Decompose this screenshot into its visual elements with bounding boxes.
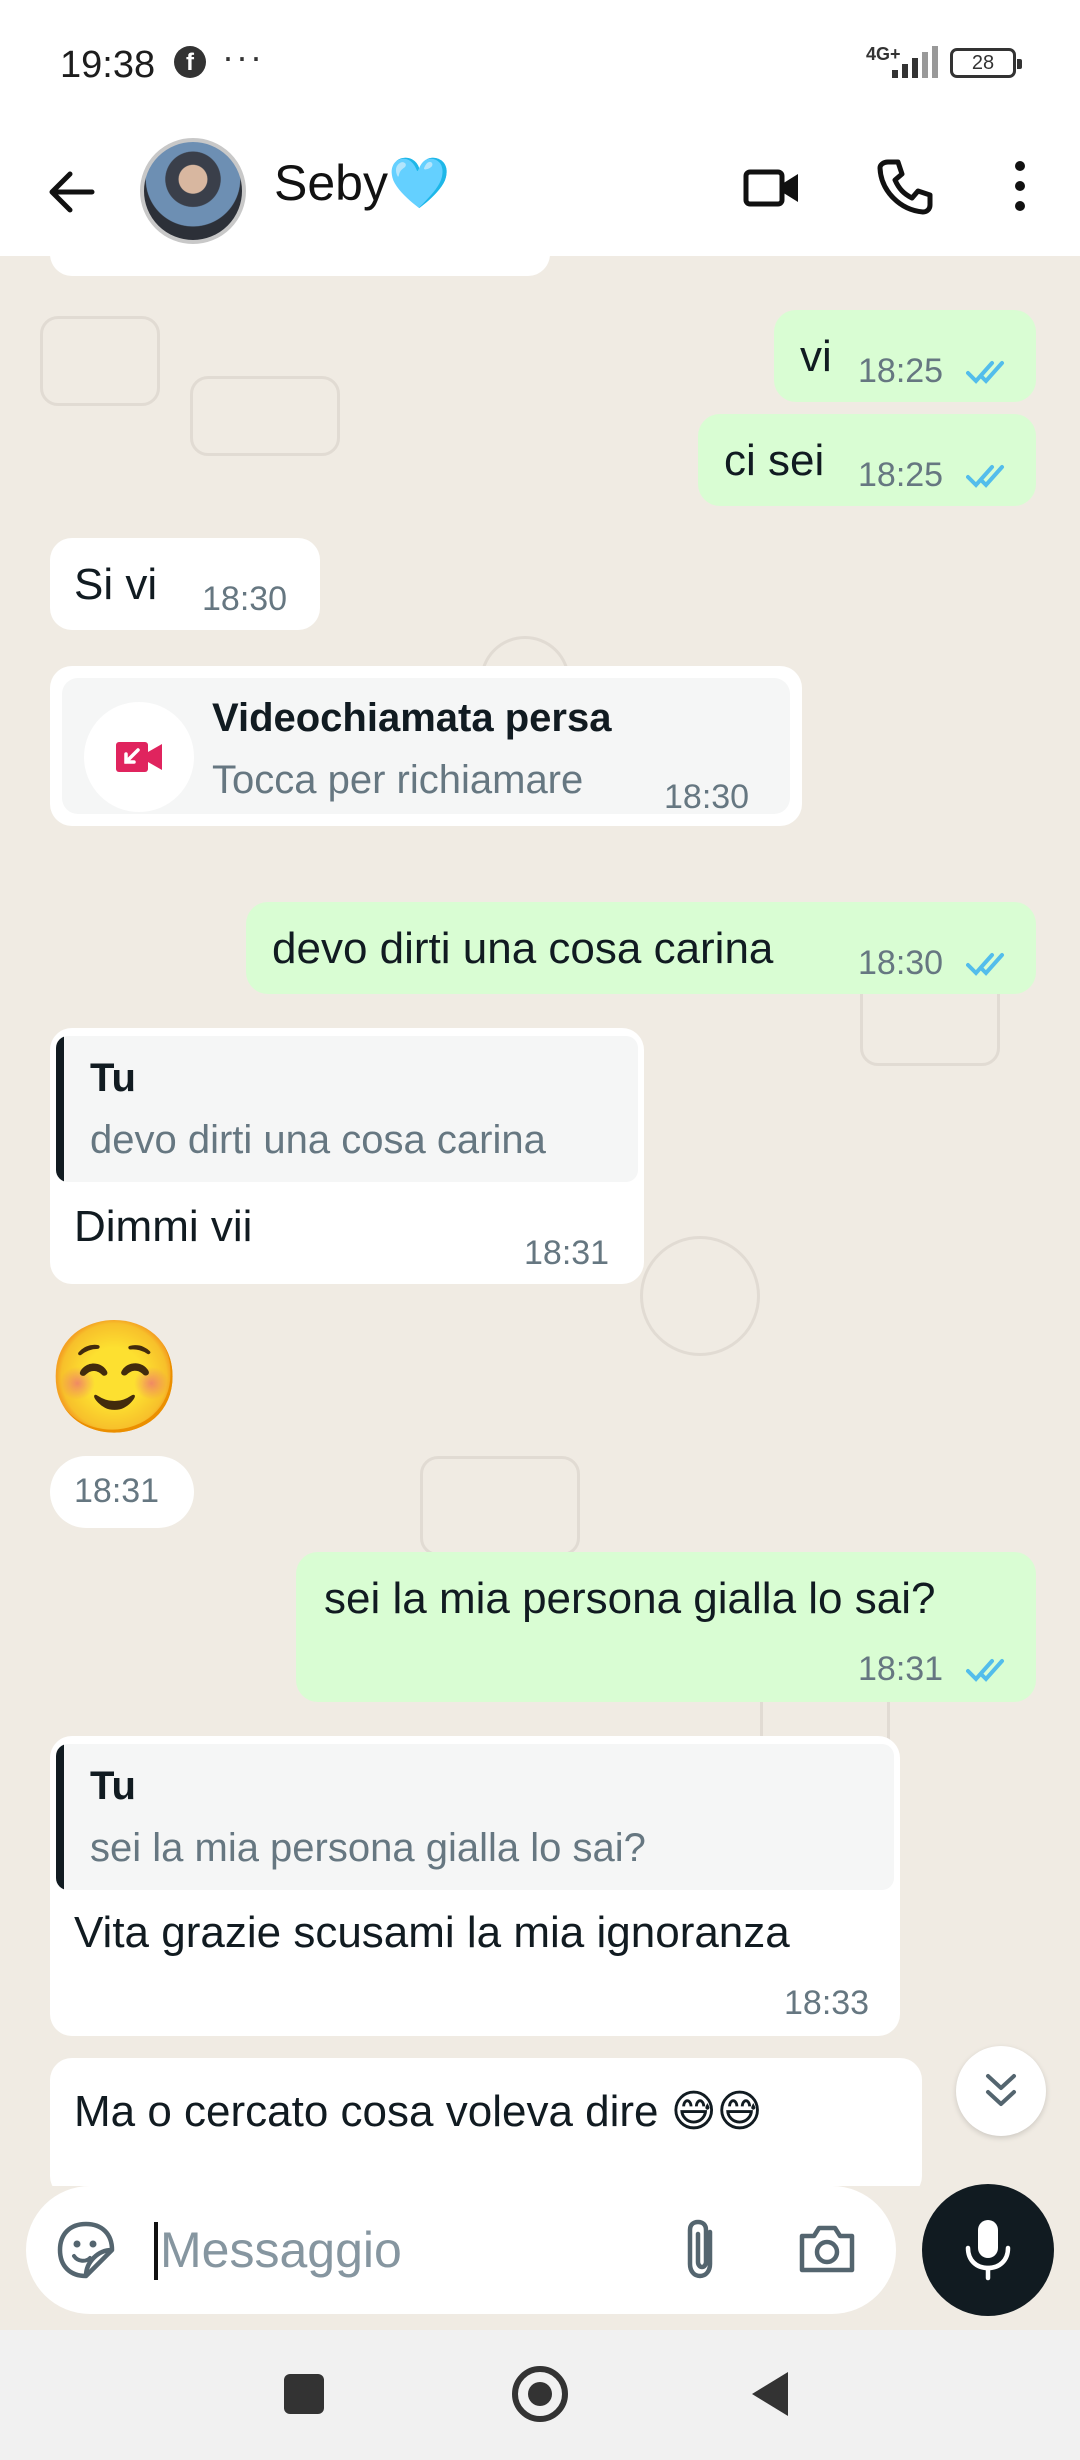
status-time: 19:38 (60, 44, 156, 86)
missed-video-icon-circle (84, 702, 194, 812)
read-ticks-icon (966, 953, 1004, 976)
quote-text: devo dirti una cosa carina (90, 1118, 546, 1162)
message-time: 18:33 (784, 1984, 870, 2022)
wallpaper-doodle (420, 1456, 580, 1556)
back-button[interactable] (752, 2372, 788, 2416)
back-arrow-icon[interactable] (40, 160, 104, 224)
message-time: 18:30 (664, 778, 750, 816)
message-bubble-in[interactable]: Si vi 18:30 (50, 538, 320, 630)
status-bar: 19:38 f ··· 4G+ 28 (0, 0, 1080, 128)
message-time: 18:25 (858, 456, 944, 494)
quote-author: Tu (90, 1764, 136, 1808)
chevron-double-down-icon (986, 2074, 1016, 2106)
message-time: 18:31 (858, 1650, 944, 1688)
message-time: 18:30 (858, 944, 944, 982)
quoted-message[interactable]: Tu devo dirti una cosa carina (56, 1036, 638, 1182)
message-composer (26, 2186, 896, 2314)
message-time: 18:30 (202, 580, 288, 618)
message-text: Vita grazie scusami la mia ignoranza (74, 1908, 790, 1957)
message-bubble-in[interactable]: Tu devo dirti una cosa carina Dimmi vii … (50, 1028, 644, 1284)
quoted-message[interactable]: Tu sei la mia persona gialla lo sai? (56, 1744, 894, 1890)
sticker-icon[interactable] (56, 2220, 116, 2280)
read-ticks-icon (966, 465, 1004, 488)
message-text: Dimmi vii (74, 1202, 253, 1251)
signal-icon (892, 46, 938, 78)
text-cursor (154, 2222, 158, 2280)
missed-call-subtitle: Tocca per richiamare (212, 758, 584, 802)
home-button[interactable] (512, 2366, 568, 2422)
battery-icon: 28 (950, 48, 1022, 78)
video-call-icon[interactable] (740, 156, 804, 220)
quote-text: sei la mia persona gialla lo sai? (90, 1826, 646, 1870)
message-text: ci sei (724, 436, 825, 485)
message-bubble-in[interactable]: Tu sei la mia persona gialla lo sai? Vit… (50, 1736, 900, 2036)
message-time: 18:31 (74, 1472, 160, 1510)
wallpaper-doodle (640, 1236, 760, 1356)
message-bubble-out[interactable]: devo dirti una cosa carina 18:30 (246, 902, 1036, 994)
scroll-to-bottom-button[interactable] (956, 2046, 1046, 2136)
wallpaper-doodle (40, 316, 160, 406)
read-ticks-icon (966, 1659, 1004, 1682)
avatar[interactable] (140, 138, 246, 244)
message-text: vi (800, 332, 832, 381)
message-bubble-in[interactable]: Ma o cercato cosa voleva dire 😅😅 (50, 2058, 922, 2186)
wallpaper-doodle (190, 376, 340, 456)
message-text: Si vi (74, 560, 158, 609)
more-vertical-icon[interactable] (1002, 154, 1038, 218)
attach-icon[interactable] (674, 2216, 734, 2282)
phone-call-icon[interactable] (872, 154, 936, 218)
message-input[interactable] (160, 2212, 640, 2288)
chat-area[interactable]: vi 18:25 ci sei 18:25 Si vi 18:30 Videoc (0, 256, 1080, 2186)
missed-call-title: Videochiamata persa (212, 696, 612, 740)
message-text: Ma o cercato cosa voleva dire 😅😅 (74, 2087, 763, 2136)
message-bubble-out[interactable]: vi 18:25 (774, 310, 1036, 402)
message-time: 18:31 (524, 1234, 610, 1272)
chat-header: Seby🩵 (0, 128, 1080, 256)
contact-name[interactable]: Seby🩵 (274, 154, 450, 213)
system-nav-bar (0, 2330, 1080, 2460)
read-ticks-icon (966, 361, 1004, 384)
message-bubble-out[interactable]: ci sei 18:25 (698, 414, 1036, 506)
emoji-time-badge: 18:31 (50, 1456, 194, 1528)
message-bubble-clipped[interactable] (50, 256, 550, 276)
more-dots-icon: ··· (222, 36, 264, 77)
quote-author: Tu (90, 1056, 136, 1100)
missed-call-bubble[interactable]: Videochiamata persa Tocca per richiamare… (50, 666, 802, 826)
message-text: sei la mia persona gialla lo sai? (324, 1574, 936, 1623)
missed-video-icon (116, 742, 162, 772)
recents-button[interactable] (284, 2374, 324, 2414)
message-text: devo dirti una cosa carina (272, 924, 774, 973)
emoji-message[interactable]: ☺️ (46, 1316, 183, 1440)
missed-call-card[interactable]: Videochiamata persa Tocca per richiamare… (62, 678, 790, 816)
camera-icon[interactable] (796, 2218, 858, 2278)
message-time: 18:25 (858, 352, 944, 390)
facebook-icon: f (174, 46, 206, 78)
microphone-icon (965, 2220, 1011, 2281)
voice-message-button[interactable] (922, 2184, 1054, 2316)
message-bubble-out[interactable]: sei la mia persona gialla lo sai? 18:31 (296, 1552, 1036, 1702)
